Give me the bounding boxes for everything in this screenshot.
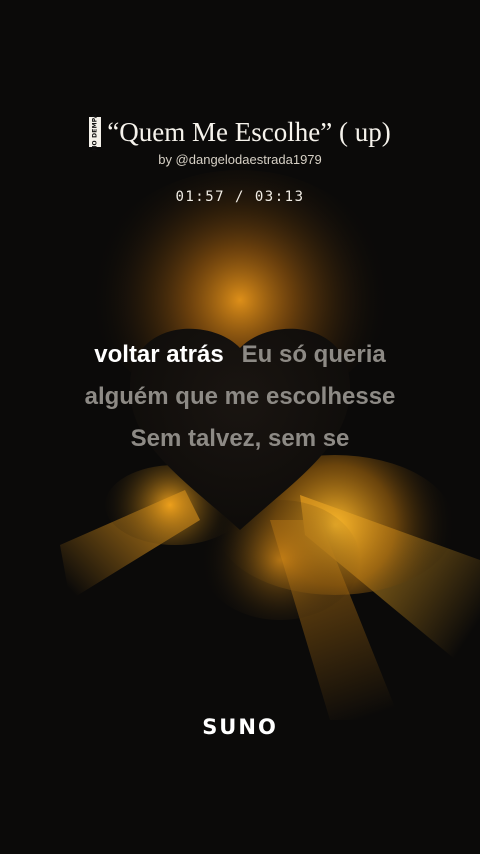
- artist-credit: by @dangelodaestrada1979: [158, 152, 322, 167]
- lyric-line-after: Sem talvez, sem se: [130, 425, 350, 452]
- playback-time: 01:57 / 03:13: [175, 189, 305, 205]
- lyric-upcoming-text: Eu só queria: [241, 341, 386, 368]
- player-screen: NO DEMPA “Quem Me Escolhe” ( up) by @dan…: [0, 0, 480, 854]
- suno-logo: SUNO: [202, 715, 278, 739]
- no-dempa-badge-icon: NO DEMPA: [89, 113, 102, 151]
- lyrics-panel: voltar atrás Eu só queria alguém que me e…: [0, 334, 480, 460]
- lyric-line-current: voltar atrás Eu só queria: [0, 334, 480, 376]
- song-header: NO DEMPA “Quem Me Escolhe” ( up) by @dan…: [0, 112, 480, 205]
- lyric-sung-text: voltar atrás: [94, 341, 224, 368]
- lyric-line-next: alguém que me escolhesse: [84, 383, 396, 410]
- title-row: NO DEMPA “Quem Me Escolhe” ( up): [0, 112, 480, 152]
- song-title: “Quem Me Escolhe” ( up): [107, 116, 391, 147]
